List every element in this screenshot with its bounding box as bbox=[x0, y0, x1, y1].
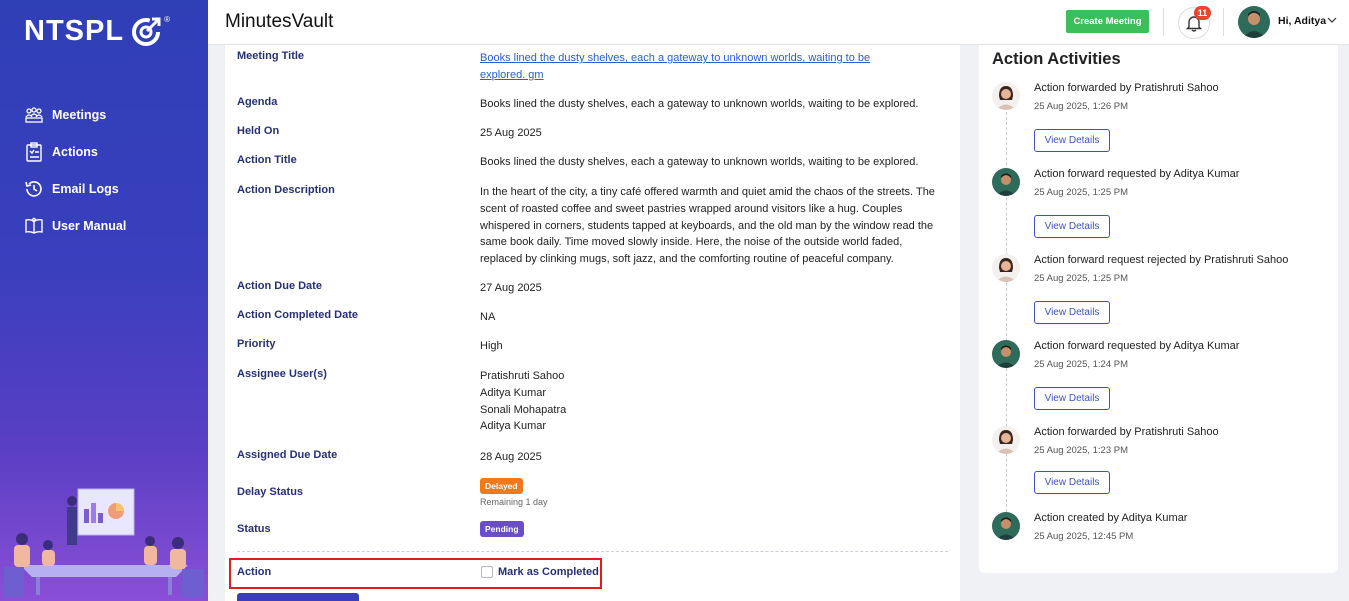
detail-label: Action Title bbox=[237, 154, 297, 166]
sidebar-item-label: Actions bbox=[52, 144, 98, 159]
detail-label: Action Due Date bbox=[237, 280, 322, 292]
detail-value: High bbox=[480, 340, 503, 352]
registered-mark: ® bbox=[164, 14, 170, 24]
detail-label: Assigned Due Date bbox=[237, 449, 338, 461]
status-value: Pending bbox=[480, 521, 945, 537]
detail-label: Agenda bbox=[237, 96, 278, 108]
view-details-button[interactable]: View Details bbox=[1034, 301, 1110, 324]
activity-time: 25 Aug 2025, 1:24 PM bbox=[1034, 359, 1129, 370]
user-greeting[interactable]: Hi, Aditya bbox=[1278, 15, 1326, 27]
activities-title: Action Activities bbox=[992, 50, 1121, 68]
activity-text: Action forwarded by Pratishruti Sahoo bbox=[1034, 82, 1219, 94]
female-avatar bbox=[992, 426, 1020, 454]
sidebar-item-label: User Manual bbox=[52, 218, 127, 233]
activity-time: 25 Aug 2025, 1:25 PM bbox=[1034, 187, 1129, 198]
meetings-icon bbox=[24, 105, 44, 125]
user-avatar[interactable] bbox=[1238, 6, 1270, 38]
logo-arrow-icon bbox=[132, 17, 161, 46]
activity-time: 25 Aug 2025, 1:26 PM bbox=[1034, 101, 1129, 112]
detail-label: Priority bbox=[237, 338, 276, 350]
action-details-card: Meeting Title Books lined the dusty shel… bbox=[225, 45, 960, 601]
create-meeting-button[interactable]: Create Meeting bbox=[1066, 10, 1149, 33]
top-header: MinutesVault Create Meeting 11 Hi, Adity… bbox=[208, 0, 1349, 45]
history-icon bbox=[24, 179, 44, 199]
detail-value: In the heart of the city, a tiny café of… bbox=[480, 186, 935, 266]
detail-value: NA bbox=[480, 311, 496, 323]
view-details-button[interactable]: View Details bbox=[1034, 215, 1110, 238]
detail-label: Delay Status bbox=[237, 486, 304, 498]
meeting-title-link[interactable]: Books lined the dusty shelves, each a ga… bbox=[480, 50, 900, 84]
female-avatar bbox=[992, 82, 1020, 110]
header-divider bbox=[1163, 8, 1164, 36]
sidebar-item-label: Meetings bbox=[52, 107, 107, 122]
view-details-button[interactable]: View Details bbox=[1034, 129, 1110, 152]
male-avatar bbox=[992, 168, 1020, 196]
sidebar: NTSPL ® Meetings Actions Email Logs User… bbox=[0, 0, 208, 601]
action-activities-panel: Action Activities Action forwarded by Pr… bbox=[979, 45, 1338, 573]
detail-value: 25 Aug 2025 bbox=[480, 127, 542, 139]
activity-time: 25 Aug 2025, 1:25 PM bbox=[1034, 273, 1129, 284]
delayed-badge: Delayed bbox=[480, 478, 523, 494]
sidebar-nav: Meetings Actions Email Logs User Manual bbox=[24, 96, 126, 244]
activity-time: 25 Aug 2025, 12:45 PM bbox=[1034, 531, 1134, 542]
detail-value: 27 Aug 2025 bbox=[480, 282, 542, 294]
submit-action-button[interactable] bbox=[237, 593, 359, 601]
detail-label: Assignee User(s) bbox=[237, 368, 327, 380]
book-icon bbox=[24, 216, 44, 236]
meeting-illustration bbox=[4, 488, 204, 597]
detail-label: Status bbox=[237, 523, 271, 535]
section-divider bbox=[237, 551, 948, 552]
notification-count-badge: 11 bbox=[1194, 6, 1211, 20]
detail-value: Books lined the dusty shelves, each a ga… bbox=[480, 98, 919, 110]
view-details-button[interactable]: View Details bbox=[1034, 387, 1110, 410]
sidebar-item-label: Email Logs bbox=[52, 181, 119, 196]
male-avatar bbox=[992, 340, 1020, 368]
assignee-name: Aditya Kumar bbox=[480, 420, 547, 433]
activity-text: Action forward requested by Aditya Kumar bbox=[1034, 340, 1240, 352]
activity-text: Action created by Aditya Kumar bbox=[1034, 512, 1188, 524]
detail-label: Action Description bbox=[237, 184, 335, 196]
detail-label: Action Completed Date bbox=[237, 309, 359, 321]
chevron-down-icon[interactable] bbox=[1326, 14, 1338, 26]
app-title: MinutesVault bbox=[225, 11, 334, 32]
detail-label: Held On bbox=[237, 125, 280, 137]
sidebar-item-email-logs[interactable]: Email Logs bbox=[24, 170, 126, 207]
assignee-name: Aditya Kumar bbox=[480, 386, 547, 399]
panel-gap bbox=[960, 45, 979, 601]
activity-text: Action forwarded by Pratishruti Sahoo bbox=[1034, 426, 1219, 438]
remaining-note: Remaining 1 day bbox=[480, 497, 548, 507]
action-label: Action bbox=[237, 566, 272, 578]
female-avatar bbox=[992, 254, 1020, 282]
activity-text: Action forward requested by Aditya Kumar bbox=[1034, 168, 1240, 180]
pending-badge: Pending bbox=[480, 521, 524, 537]
assignee-name: Sonali Mohapatra bbox=[480, 403, 567, 416]
view-details-button[interactable]: View Details bbox=[1034, 471, 1110, 494]
logo[interactable]: NTSPL ® bbox=[24, 14, 170, 48]
delay-status-value: Delayed Remaining 1 day bbox=[480, 478, 945, 507]
male-avatar bbox=[992, 512, 1020, 540]
mark-completed-label[interactable]: Mark as Completed bbox=[498, 566, 599, 578]
activity-text: Action forward request rejected by Prati… bbox=[1034, 254, 1289, 266]
assignee-name: Pratishruti Sahoo bbox=[480, 370, 565, 382]
sidebar-item-user-manual[interactable]: User Manual bbox=[24, 207, 126, 244]
timeline-line bbox=[1006, 97, 1007, 527]
mark-completed-checkbox[interactable] bbox=[481, 566, 493, 578]
header-divider bbox=[1223, 8, 1224, 36]
logo-text: NTSPL bbox=[24, 14, 125, 47]
sidebar-item-actions[interactable]: Actions bbox=[24, 133, 126, 170]
activity-time: 25 Aug 2025, 1:23 PM bbox=[1034, 445, 1129, 456]
sidebar-item-meetings[interactable]: Meetings bbox=[24, 96, 126, 133]
clipboard-icon bbox=[24, 141, 44, 162]
assignee-list: Pratishruti Sahoo Aditya Kumar Sonali Mo… bbox=[480, 368, 945, 435]
detail-label: Meeting Title bbox=[237, 50, 305, 62]
detail-value: Books lined the dusty shelves, each a ga… bbox=[480, 156, 919, 168]
detail-value: 28 Aug 2025 bbox=[480, 451, 542, 463]
